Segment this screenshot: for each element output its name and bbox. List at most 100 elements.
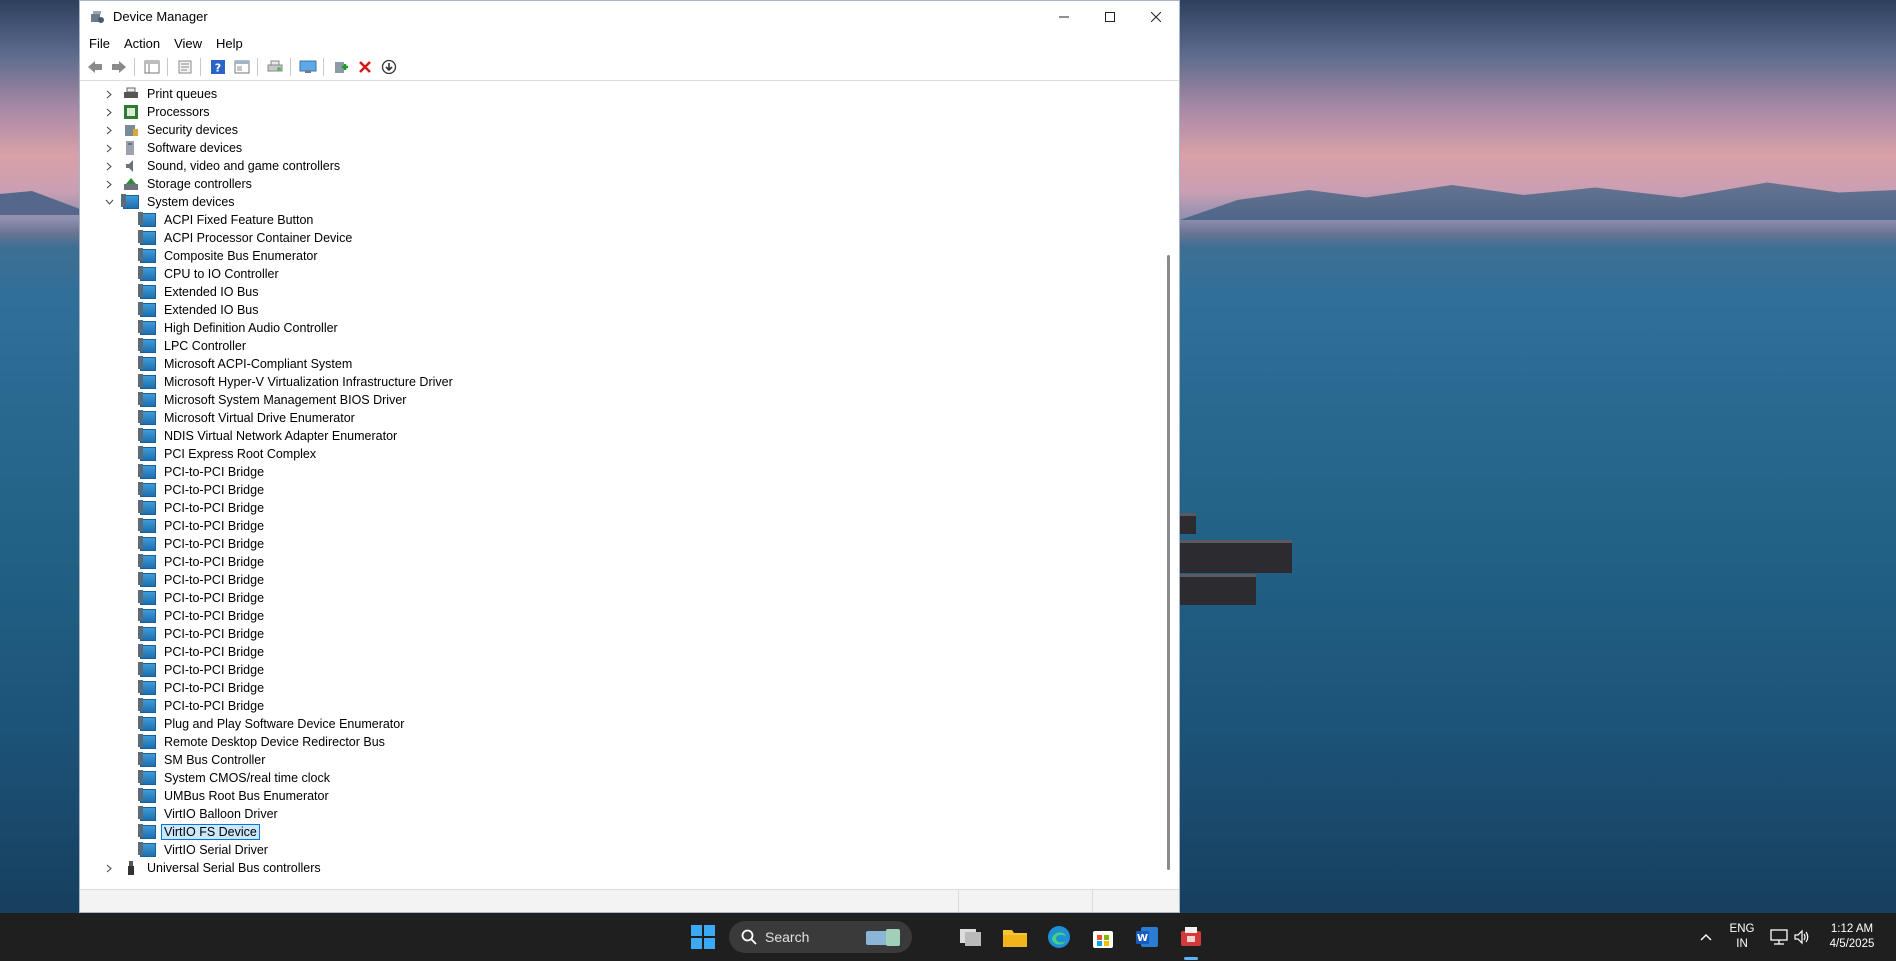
uninstall-device-button[interactable] (354, 56, 376, 78)
system-device-item[interactable]: Microsoft Virtual Drive Enumerator (138, 409, 358, 427)
system-device-item[interactable]: PCI-to-PCI Bridge (138, 661, 267, 679)
system-device-item[interactable]: PCI-to-PCI Bridge (138, 679, 267, 697)
title-bar[interactable]: Device Manager (80, 1, 1179, 32)
system-device-item[interactable]: CPU to IO Controller (138, 265, 282, 283)
maximize-button[interactable] (1087, 1, 1133, 32)
system-device-item[interactable]: ACPI Processor Container Device (138, 229, 355, 247)
microsoft-store-button[interactable] (1088, 922, 1118, 952)
system-device-icon (138, 536, 156, 551)
system-device-item[interactable]: PCI-to-PCI Bridge (138, 517, 267, 535)
system-device-item[interactable]: Plug and Play Software Device Enumerator (138, 715, 407, 733)
system-device-item[interactable]: PCI-to-PCI Bridge (138, 643, 267, 661)
edge-browser-button[interactable] (1044, 922, 1074, 952)
system-device-item[interactable]: SM Bus Controller (138, 751, 268, 769)
enable-device-button[interactable] (378, 56, 400, 78)
system-device-item[interactable]: High Definition Audio Controller (138, 319, 341, 337)
scan-hardware-changes-button[interactable] (297, 56, 319, 78)
task-view-button[interactable] (956, 922, 986, 952)
system-device-item[interactable]: Microsoft Hyper-V Virtualization Infrast… (138, 373, 456, 391)
back-button[interactable] (84, 56, 106, 78)
minimize-button[interactable] (1041, 1, 1087, 32)
system-device-item[interactable]: VirtIO Serial Driver (138, 841, 271, 859)
system-device-icon (138, 320, 156, 335)
system-device-item[interactable]: PCI-to-PCI Bridge (138, 625, 267, 643)
show-hide-console-tree-button[interactable] (141, 56, 163, 78)
system-device-icon (138, 248, 156, 263)
language-indicator[interactable]: ENG IN (1721, 922, 1763, 952)
collapse-chevron-icon[interactable] (103, 193, 115, 211)
system-device-item[interactable]: PCI-to-PCI Bridge (138, 589, 267, 607)
system-device-icon (138, 842, 156, 857)
device-manager-taskbar-button[interactable] (1176, 922, 1206, 952)
expand-chevron-icon[interactable] (103, 103, 115, 121)
scrollbar-thumb[interactable] (1167, 255, 1170, 870)
tree-category-system-devices[interactable]: System devices (103, 193, 238, 211)
print-button[interactable] (264, 56, 286, 78)
system-device-item[interactable]: VirtIO FS Device (138, 823, 260, 841)
vertical-scrollbar[interactable] (1164, 85, 1173, 885)
tree-category-storage-controllers[interactable]: Storage controllers (103, 175, 255, 193)
system-device-item[interactable]: Extended IO Bus (138, 283, 262, 301)
help-button[interactable]: ? (207, 56, 229, 78)
tree-category-software-devices[interactable]: Software devices (103, 139, 245, 157)
menu-bar: File Action View Help (80, 32, 1179, 54)
system-device-item[interactable]: PCI-to-PCI Bridge (138, 697, 267, 715)
tree-category-label: Universal Serial Bus controllers (147, 861, 321, 875)
system-device-item[interactable]: PCI-to-PCI Bridge (138, 535, 267, 553)
system-device-icon (138, 734, 156, 749)
system-device-item[interactable]: VirtIO Balloon Driver (138, 805, 281, 823)
system-device-item[interactable]: Composite Bus Enumerator (138, 247, 321, 265)
taskbar-search[interactable]: Search (729, 921, 912, 953)
system-device-label: Microsoft ACPI-Compliant System (164, 357, 353, 371)
word-button[interactable]: W (1132, 922, 1162, 952)
expand-chevron-icon[interactable] (103, 859, 115, 877)
start-button[interactable] (688, 922, 718, 952)
system-device-item[interactable]: Microsoft System Management BIOS Driver (138, 391, 409, 409)
system-device-item[interactable]: Microsoft ACPI-Compliant System (138, 355, 355, 373)
system-device-item[interactable]: PCI-to-PCI Bridge (138, 481, 267, 499)
system-device-item[interactable]: Extended IO Bus (138, 301, 262, 319)
system-device-item[interactable]: Remote Desktop Device Redirector Bus (138, 733, 388, 751)
system-device-item[interactable]: PCI-to-PCI Bridge (138, 463, 267, 481)
system-device-item[interactable]: PCI-to-PCI Bridge (138, 607, 267, 625)
tree-category-print-queues[interactable]: Print queues (103, 85, 220, 103)
tree-category-sound-video-game[interactable]: Sound, video and game controllers (103, 157, 343, 175)
expand-chevron-icon[interactable] (103, 139, 115, 157)
system-device-item[interactable]: NDIS Virtual Network Adapter Enumerator (138, 427, 400, 445)
system-device-item[interactable]: LPC Controller (138, 337, 249, 355)
forward-button[interactable] (108, 56, 130, 78)
system-device-item[interactable]: PCI-to-PCI Bridge (138, 571, 267, 589)
update-driver-button[interactable] (330, 56, 352, 78)
properties-button[interactable] (174, 56, 196, 78)
expand-chevron-icon[interactable] (103, 175, 115, 193)
system-device-icon (138, 428, 156, 443)
menu-view[interactable]: View (167, 36, 209, 51)
clock[interactable]: 1:12 AM 4/5/2025 (1812, 922, 1892, 952)
system-device-item[interactable]: System CMOS/real time clock (138, 769, 333, 787)
expand-chevron-icon[interactable] (103, 157, 115, 175)
tree-category-security-devices[interactable]: Security devices (103, 121, 241, 139)
console-tree-icon (144, 60, 160, 74)
system-device-item[interactable]: PCI Express Root Complex (138, 445, 319, 463)
system-device-item[interactable]: PCI-to-PCI Bridge (138, 499, 267, 517)
tree-category-label: Sound, video and game controllers (147, 159, 341, 173)
system-device-icon (138, 230, 156, 245)
system-device-item[interactable]: ACPI Fixed Feature Button (138, 211, 316, 229)
system-device-label: PCI-to-PCI Bridge (164, 483, 265, 497)
close-button[interactable] (1133, 1, 1179, 32)
tree-category-usb-controllers[interactable]: Universal Serial Bus controllers (103, 859, 324, 877)
system-device-icon (138, 770, 156, 785)
show-hidden-icons-button[interactable] (1691, 922, 1721, 952)
status-bar (80, 889, 1179, 912)
expand-chevron-icon[interactable] (103, 121, 115, 139)
file-explorer-button[interactable] (1000, 922, 1030, 952)
tree-category-processors[interactable]: Processors (103, 103, 213, 121)
view-resources-button[interactable] (231, 56, 253, 78)
menu-action[interactable]: Action (117, 36, 167, 51)
system-device-item[interactable]: UMBus Root Bus Enumerator (138, 787, 332, 805)
system-device-item[interactable]: PCI-to-PCI Bridge (138, 553, 267, 571)
menu-help[interactable]: Help (209, 36, 250, 51)
menu-file[interactable]: File (82, 36, 117, 51)
system-device-label: PCI-to-PCI Bridge (164, 573, 265, 587)
expand-chevron-icon[interactable] (103, 85, 115, 103)
